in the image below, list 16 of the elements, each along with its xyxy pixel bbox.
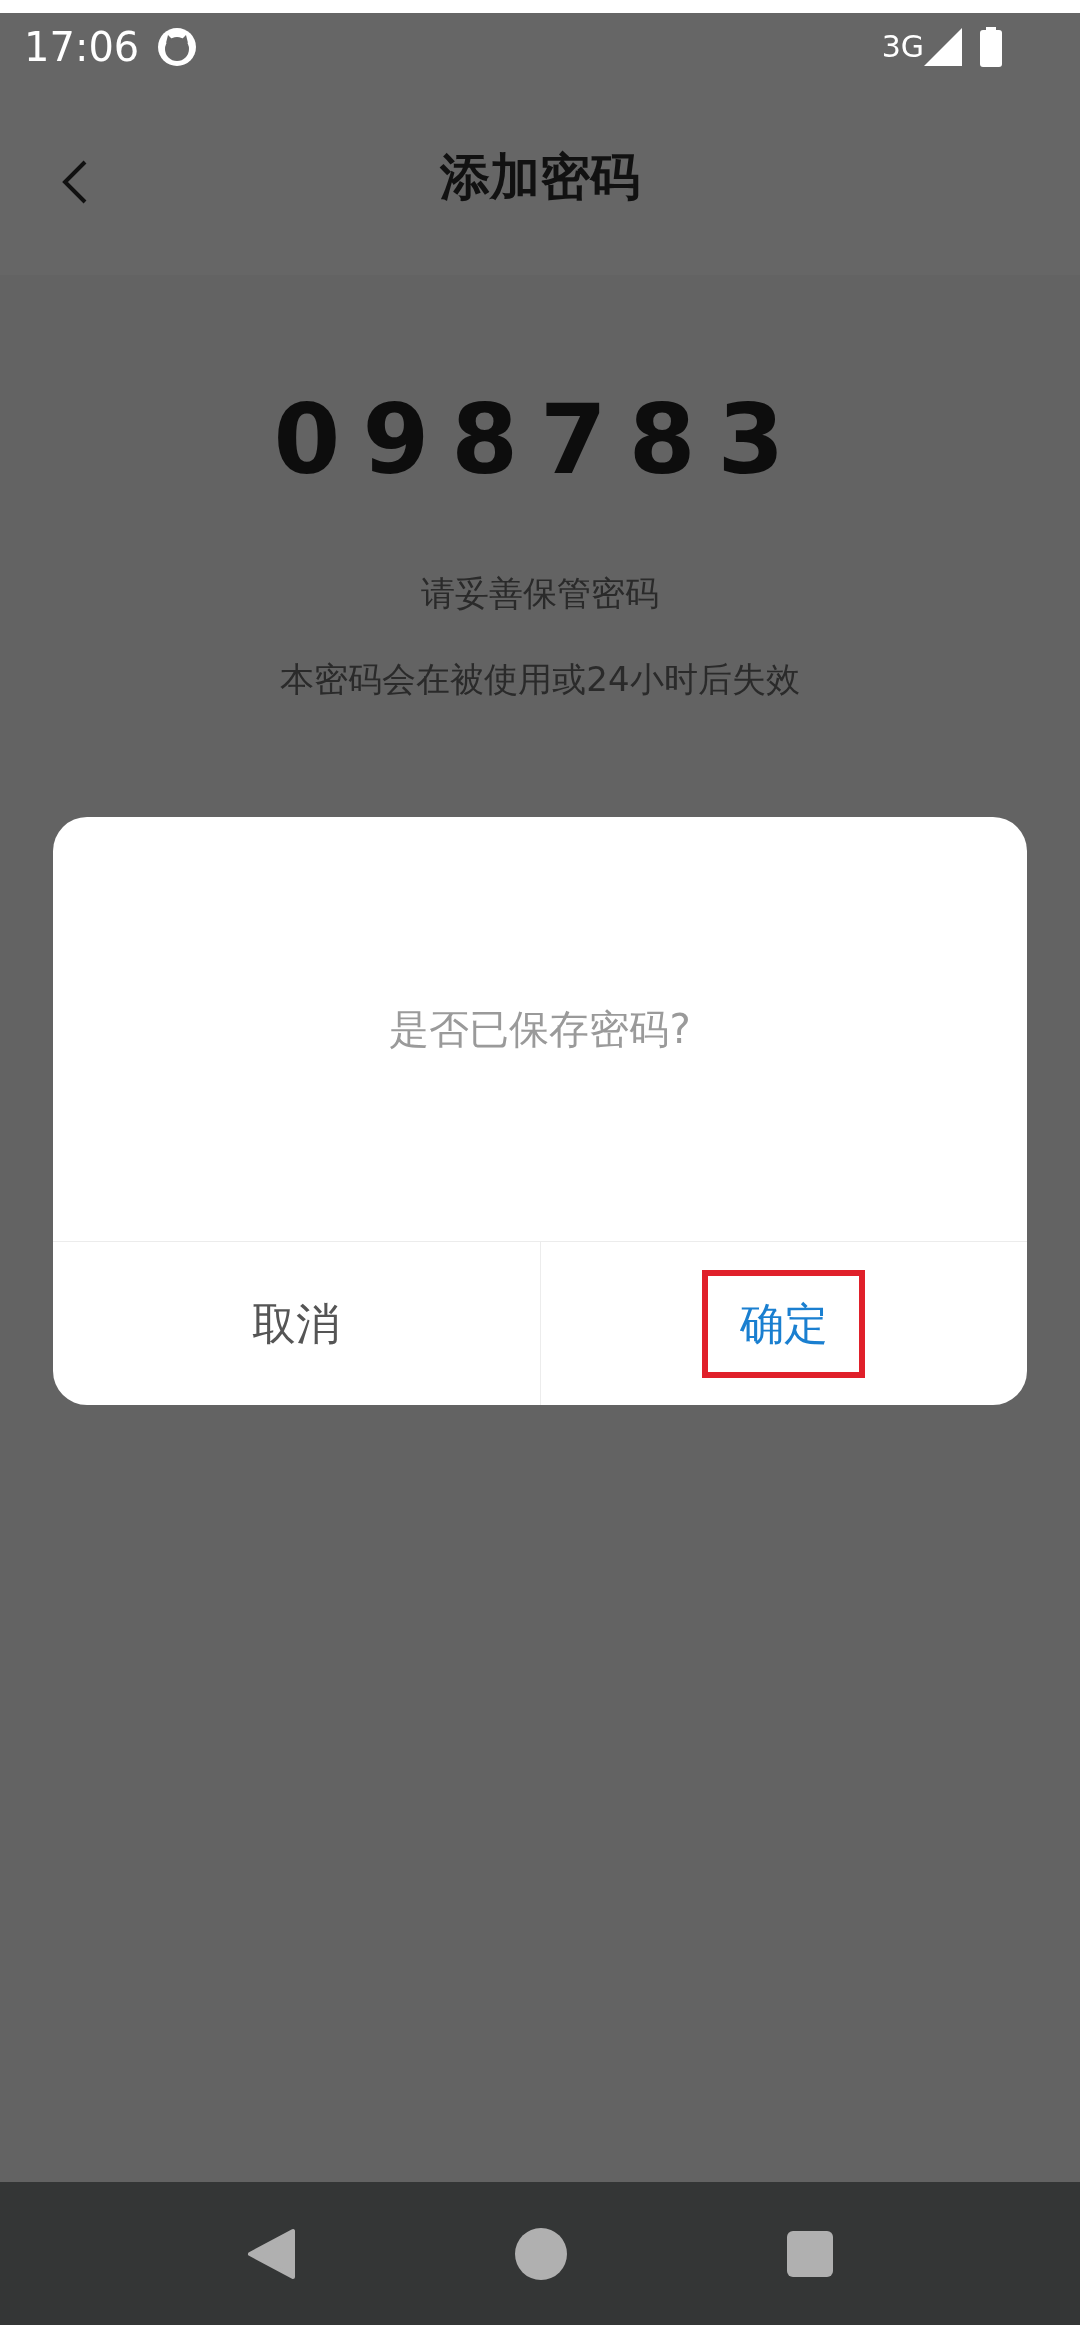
recents-square-icon[interactable]: [787, 2230, 833, 2277]
back-triangle-icon[interactable]: [247, 2227, 295, 2280]
battery-icon: [980, 26, 1002, 67]
note-text: 请妥善保管密码: [421, 572, 659, 615]
clock-time: 17:06: [24, 22, 140, 72]
network-type: 3G: [881, 28, 924, 66]
page-title: 添加密码: [440, 147, 640, 208]
signal-icon: [924, 27, 962, 66]
cancel-button[interactable]: 取消: [214, 1269, 378, 1378]
password-code: 098783: [273, 383, 807, 498]
dialog-message: 是否已保存密码?: [389, 1005, 691, 1054]
cat-icon: [157, 26, 198, 67]
confirm-button[interactable]: 确定: [702, 1269, 866, 1378]
home-circle-icon[interactable]: [515, 2227, 567, 2280]
back-icon: [62, 160, 88, 204]
note-text: 本密码会在被使用或24小时后失效: [280, 658, 800, 701]
